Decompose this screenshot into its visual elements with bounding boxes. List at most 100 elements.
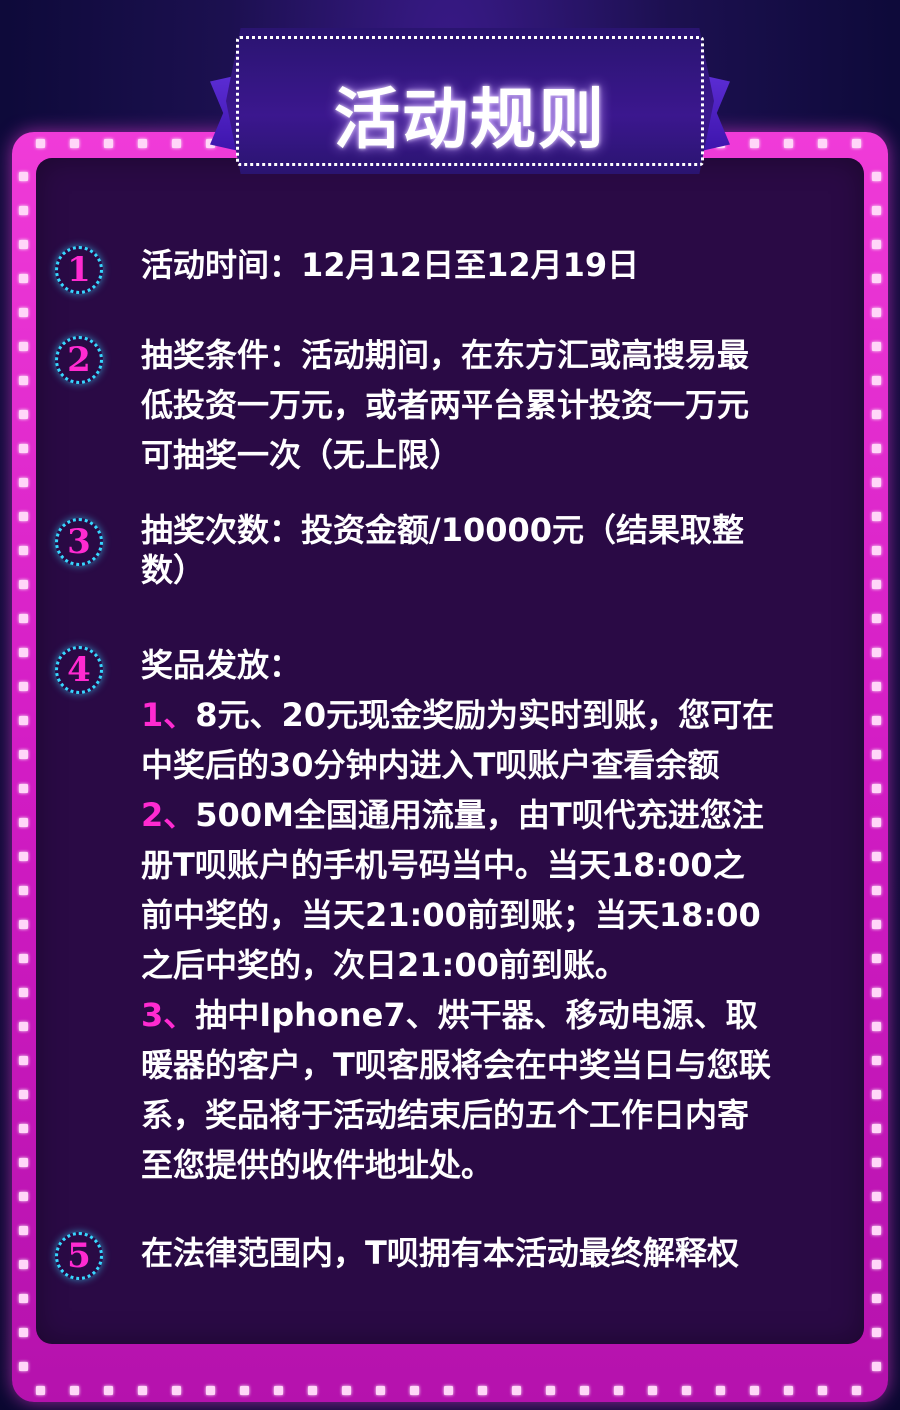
marquee-bulb	[546, 1386, 555, 1395]
marquee-bulb	[872, 1124, 881, 1133]
marquee-bulb	[138, 139, 147, 148]
marquee-bulb	[852, 139, 861, 148]
rule-3-line: 抽奖次数：投资金额/10000元（结果取整	[141, 511, 745, 549]
marquee-bulb	[872, 988, 881, 997]
marquee-bulb	[872, 172, 881, 181]
marquee-bulb	[19, 988, 28, 997]
number-badge-3: 3	[55, 518, 103, 566]
marquee-bulb	[512, 1386, 521, 1395]
marquee-bulb	[872, 682, 881, 691]
rule-2-text: 抽奖条件：活动期间，在东方汇或高搜易最 低投资一万元，或者两平台累计投资一万元 …	[141, 330, 843, 480]
marquee-bulb	[308, 1386, 317, 1395]
marquee-bulb	[19, 886, 28, 895]
marquee-bulb	[872, 1362, 881, 1371]
prize-line: 8元、20元现金奖励为实时到账，您可在	[195, 696, 775, 734]
marquee-bulb	[19, 1260, 28, 1269]
marquee-bulb	[19, 240, 28, 249]
prize-line: 500M全国通用流量，由T呗代充进您注	[195, 796, 764, 834]
number-badge-2: 2	[55, 336, 103, 384]
marquee-bulb	[19, 784, 28, 793]
marquee-bulb	[19, 1328, 28, 1337]
prize-item-1: 1、8元、20元现金奖励为实时到账，您可在 中奖后的30分钟内进入T呗账户查看余…	[141, 690, 843, 790]
prize-item-2: 2、500M全国通用流量，由T呗代充进您注 册T呗账户的手机号码当中。当天18:…	[141, 790, 843, 990]
marquee-bulb	[376, 1386, 385, 1395]
marquee-bulb	[872, 546, 881, 555]
marquee-bulb	[19, 682, 28, 691]
marquee-bulb	[872, 410, 881, 419]
marquee-bulb	[872, 716, 881, 725]
marquee-bulb	[19, 376, 28, 385]
prize-line: 暖器的客户，T呗客服将会在中奖当日与您联	[141, 1046, 771, 1084]
marquee-bulb	[70, 139, 79, 148]
marquee-bulb	[19, 1362, 28, 1371]
marquee-bulb	[580, 1386, 589, 1395]
marquee-bulb	[872, 580, 881, 589]
marquee-bulb	[872, 342, 881, 351]
marquee-bulb	[784, 1386, 793, 1395]
marquee-bulb	[716, 1386, 725, 1395]
marquee-bulb	[872, 784, 881, 793]
marquee-bulb	[19, 818, 28, 827]
marquee-bulb	[872, 954, 881, 963]
marquee-bulb	[872, 308, 881, 317]
marquee-bulb	[19, 1192, 28, 1201]
marquee-bulb	[872, 444, 881, 453]
marquee-bulb	[872, 1226, 881, 1235]
marquee-bulb	[19, 614, 28, 623]
marquee-bulb	[19, 172, 28, 181]
prize-item-3: 3、抽中Iphone7、烘干器、移动电源、取 暖器的客户，T呗客服将会在中奖当日…	[141, 990, 843, 1190]
marquee-bulb	[19, 852, 28, 861]
marquee-bulb	[19, 1056, 28, 1065]
prize-index: 2、	[141, 796, 196, 834]
marquee-bulb	[872, 920, 881, 929]
rule-2-line: 可抽奖一次（无上限）	[141, 436, 462, 474]
number-badge-5: 5	[55, 1232, 103, 1280]
marquee-bulb	[104, 139, 113, 148]
marquee-bulb	[872, 1022, 881, 1031]
marquee-bulb	[682, 1386, 691, 1395]
marquee-bulb	[36, 139, 45, 148]
marquee-bulb	[750, 139, 759, 148]
marquee-bulb	[872, 1158, 881, 1167]
marquee-bulb	[818, 139, 827, 148]
marquee-bulb	[872, 478, 881, 487]
marquee-bulb	[19, 1158, 28, 1167]
marquee-bulb	[19, 206, 28, 215]
prize-line: 前中奖的，当天21:00前到账；当天18:00	[141, 896, 761, 934]
marquee-bulb	[19, 1090, 28, 1099]
marquee-bulb	[784, 139, 793, 148]
marquee-bulb	[818, 1386, 827, 1395]
marquee-bulb	[19, 410, 28, 419]
marquee-bulb	[19, 716, 28, 725]
prize-index: 1、	[141, 696, 196, 734]
prize-line: 系，奖品将于活动结束后的五个工作日内寄	[141, 1096, 750, 1134]
rule-3-text: 抽奖次数：投资金额/10000元（结果取整 数）	[141, 510, 843, 590]
marquee-bulb	[872, 512, 881, 521]
marquee-bulb	[872, 1328, 881, 1337]
marquee-bulb	[19, 954, 28, 963]
marquee-bulb	[872, 206, 881, 215]
marquee-bulb	[36, 1386, 45, 1395]
marquee-bulb	[872, 376, 881, 385]
marquee-bulb	[872, 1294, 881, 1303]
marquee-bulb	[19, 1294, 28, 1303]
rule-3-line: 数）	[141, 551, 206, 589]
rule-5-text: 在法律范围内，T呗拥有本活动最终解释权	[141, 1234, 739, 1272]
number-badge-1: 1	[55, 246, 103, 294]
marquee-bulb	[342, 1386, 351, 1395]
marquee-bulb	[19, 444, 28, 453]
marquee-bulb	[138, 1386, 147, 1395]
marquee-bulb	[104, 1386, 113, 1395]
marquee-bulb	[70, 1386, 79, 1395]
prize-line: 中奖后的30分钟内进入T呗账户查看余额	[141, 746, 720, 784]
prize-line: 抽中Iphone7、烘干器、移动电源、取	[195, 996, 758, 1034]
marquee-bulb	[872, 1090, 881, 1099]
marquee-bulb	[750, 1386, 759, 1395]
rule-4-text: 奖品发放： 1、8元、20元现金奖励为实时到账，您可在 中奖后的30分钟内进入T…	[141, 640, 843, 1190]
marquee-bulb	[872, 750, 881, 759]
marquee-bulb	[872, 614, 881, 623]
marquee-bulb	[19, 512, 28, 521]
marquee-bulb	[648, 1386, 657, 1395]
title-banner: 活动规则	[210, 28, 730, 174]
marquee-bulb	[172, 139, 181, 148]
